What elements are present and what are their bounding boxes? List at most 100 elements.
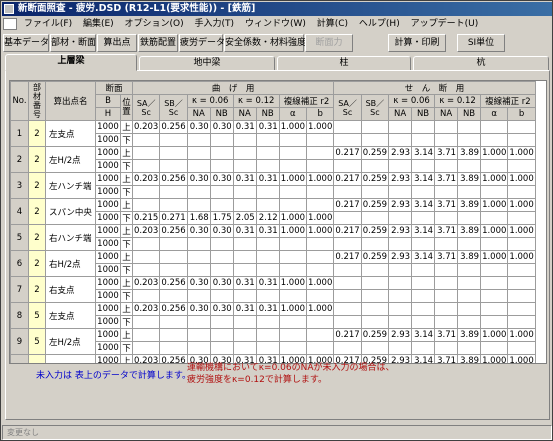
shear-value-cell[interactable]: 3.71 <box>434 224 459 238</box>
bending-value-cell[interactable] <box>131 198 161 212</box>
position-cell[interactable]: 上 <box>120 328 133 342</box>
shear-value-cell[interactable] <box>507 237 536 251</box>
bending-value-cell[interactable]: 1.000 <box>306 120 335 134</box>
member-no-cell[interactable]: 2 <box>28 146 46 173</box>
shear-value-cell[interactable]: 3.71 <box>434 146 459 160</box>
bending-value-cell[interactable] <box>232 133 257 147</box>
shear-value-cell[interactable]: 3.71 <box>434 328 459 342</box>
shear-value-cell[interactable] <box>411 289 436 303</box>
bending-value-cell[interactable]: 0.31 <box>255 172 280 186</box>
bending-value-cell[interactable]: 2.12 <box>255 211 280 225</box>
calc-point-cell[interactable]: 左H/2点 <box>45 328 96 355</box>
shear-value-cell[interactable] <box>434 185 459 199</box>
bending-value-cell[interactable] <box>186 250 211 264</box>
shear-value-cell[interactable] <box>507 341 536 355</box>
bending-value-cell[interactable]: 1.000 <box>278 224 308 238</box>
bending-value-cell[interactable] <box>232 185 257 199</box>
calc-point-cell[interactable]: 右ハンチ端 <box>45 224 96 251</box>
fatigue-data-button[interactable]: 疲労データ <box>179 34 225 52</box>
shear-value-cell[interactable] <box>388 315 413 329</box>
shear-value-cell[interactable] <box>333 237 362 251</box>
bending-value-cell[interactable]: 0.31 <box>255 276 280 290</box>
member-no-cell[interactable]: 2 <box>28 250 46 277</box>
bending-value-cell[interactable] <box>209 146 234 160</box>
bending-value-cell[interactable]: 0.203 <box>131 224 161 238</box>
bending-value-cell[interactable]: 0.30 <box>186 276 211 290</box>
bending-value-cell[interactable] <box>278 328 308 342</box>
bending-value-cell[interactable]: 0.271 <box>159 211 188 225</box>
shear-value-cell[interactable]: 1.000 <box>507 198 536 212</box>
shear-value-cell[interactable] <box>388 276 413 290</box>
shear-value-cell[interactable] <box>457 341 482 355</box>
bending-value-cell[interactable] <box>186 237 211 251</box>
bending-value-cell[interactable]: 1.000 <box>306 276 335 290</box>
calc-print-button[interactable]: 計算・印刷 <box>388 34 446 52</box>
shear-value-cell[interactable] <box>411 276 436 290</box>
section-size-cell[interactable]: 1000 <box>95 172 121 186</box>
shear-value-cell[interactable]: 1.000 <box>507 146 536 160</box>
calc-point-cell[interactable]: 左支点 <box>45 120 96 147</box>
safety-factor-button[interactable]: 安全係数・材料強度 <box>224 34 306 52</box>
shear-value-cell[interactable]: 0.217 <box>333 250 362 264</box>
section-size-cell[interactable]: 1000 <box>95 211 121 225</box>
shear-value-cell[interactable]: 1.000 <box>507 250 536 264</box>
bending-value-cell[interactable]: 1.68 <box>186 211 211 225</box>
bending-value-cell[interactable] <box>278 159 308 173</box>
bending-value-cell[interactable]: 1.000 <box>278 172 308 186</box>
shear-value-cell[interactable] <box>411 133 436 147</box>
rebar-layout-button[interactable]: 鉄筋配置 <box>138 34 178 52</box>
bending-value-cell[interactable]: 0.30 <box>186 224 211 238</box>
shear-value-cell[interactable] <box>434 302 459 316</box>
bending-value-cell[interactable] <box>232 263 257 277</box>
shear-value-cell[interactable] <box>434 211 459 225</box>
shear-value-cell[interactable]: 1.000 <box>480 250 509 264</box>
member-no-cell[interactable]: 2 <box>28 120 46 147</box>
shear-value-cell[interactable]: 2.93 <box>388 198 413 212</box>
bending-value-cell[interactable] <box>232 328 257 342</box>
calc-point-cell[interactable]: 右H/2点 <box>45 250 96 277</box>
shear-value-cell[interactable] <box>411 211 436 225</box>
shear-value-cell[interactable]: 2.93 <box>388 146 413 160</box>
tab-pile[interactable]: 杭 <box>413 56 549 71</box>
shear-value-cell[interactable]: 3.71 <box>434 198 459 212</box>
position-cell[interactable]: 下 <box>120 159 133 173</box>
shear-value-cell[interactable]: 2.93 <box>388 172 413 186</box>
shear-value-cell[interactable] <box>360 120 390 134</box>
shear-value-cell[interactable] <box>411 263 436 277</box>
section-size-cell[interactable]: 1000 <box>95 302 121 316</box>
bending-value-cell[interactable] <box>232 289 257 303</box>
bending-value-cell[interactable]: 0.256 <box>159 172 188 186</box>
tab-column[interactable]: 柱 <box>277 56 411 71</box>
bending-value-cell[interactable] <box>159 198 188 212</box>
shear-value-cell[interactable]: 1.000 <box>507 224 536 238</box>
position-cell[interactable]: 上 <box>120 354 133 363</box>
calc-point-cell[interactable]: 左ハンチ端 <box>45 172 96 199</box>
shear-value-cell[interactable] <box>388 185 413 199</box>
bending-value-cell[interactable] <box>306 237 335 251</box>
shear-value-cell[interactable] <box>507 133 536 147</box>
bending-value-cell[interactable]: 1.000 <box>306 302 335 316</box>
basic-data-button[interactable]: 基本データ <box>3 34 49 52</box>
shear-value-cell[interactable] <box>507 211 536 225</box>
position-cell[interactable]: 上 <box>120 250 133 264</box>
shear-value-cell[interactable] <box>507 185 536 199</box>
shear-value-cell[interactable] <box>457 315 482 329</box>
section-size-cell[interactable]: 1000 <box>95 289 121 303</box>
shear-value-cell[interactable] <box>333 185 362 199</box>
section-size-cell[interactable]: 1000 <box>95 276 121 290</box>
shear-value-cell[interactable] <box>507 289 536 303</box>
shear-value-cell[interactable]: 1.000 <box>480 354 509 363</box>
bending-value-cell[interactable] <box>209 315 234 329</box>
position-cell[interactable]: 上 <box>120 302 133 316</box>
bending-value-cell[interactable] <box>255 237 280 251</box>
shear-value-cell[interactable] <box>457 120 482 134</box>
member-no-cell[interactable]: 2 <box>28 198 46 225</box>
section-size-cell[interactable]: 1000 <box>95 354 121 363</box>
position-cell[interactable]: 下 <box>120 185 133 199</box>
shear-value-cell[interactable] <box>333 341 362 355</box>
shear-value-cell[interactable] <box>457 263 482 277</box>
shear-value-cell[interactable] <box>480 341 509 355</box>
shear-value-cell[interactable] <box>333 276 362 290</box>
shear-value-cell[interactable] <box>480 263 509 277</box>
bending-value-cell[interactable] <box>186 263 211 277</box>
